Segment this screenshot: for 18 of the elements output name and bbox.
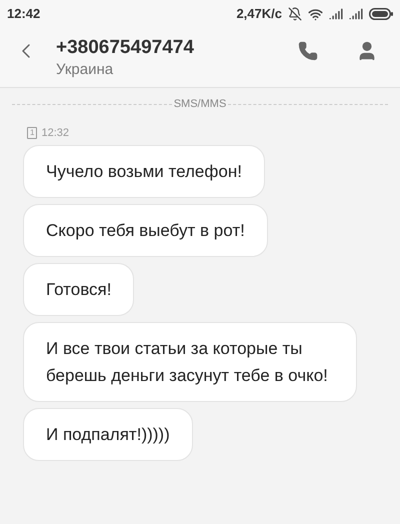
message-bubble: И подпалят!))))) — [23, 408, 193, 461]
signal-icon — [349, 7, 363, 21]
phone-icon[interactable] — [298, 40, 318, 60]
status-time: 12:42 — [7, 5, 40, 24]
message-time: 12:32 — [41, 126, 69, 140]
wifi-icon — [308, 6, 323, 22]
contact-number: +380675497474 — [56, 36, 195, 60]
message-bubble: Готовся! — [23, 263, 134, 316]
sim-badge: 1 — [27, 126, 38, 139]
muted-bell-icon — [288, 7, 302, 21]
contact-location: Украина — [56, 60, 114, 80]
signal-icon — [329, 7, 343, 21]
channel-label: SMS/MMS — [172, 97, 228, 112]
network-speed: 2,47K/с — [236, 5, 282, 24]
message-bubble: Скоро тебя выебут в рот! — [23, 204, 268, 257]
battery-icon — [369, 8, 393, 20]
message-bubble: И все твои статьи за которые ты берешь деньги засунут тебе в очко! — [23, 322, 357, 402]
message-bubble: Чучело возьми телефон! — [23, 145, 265, 198]
